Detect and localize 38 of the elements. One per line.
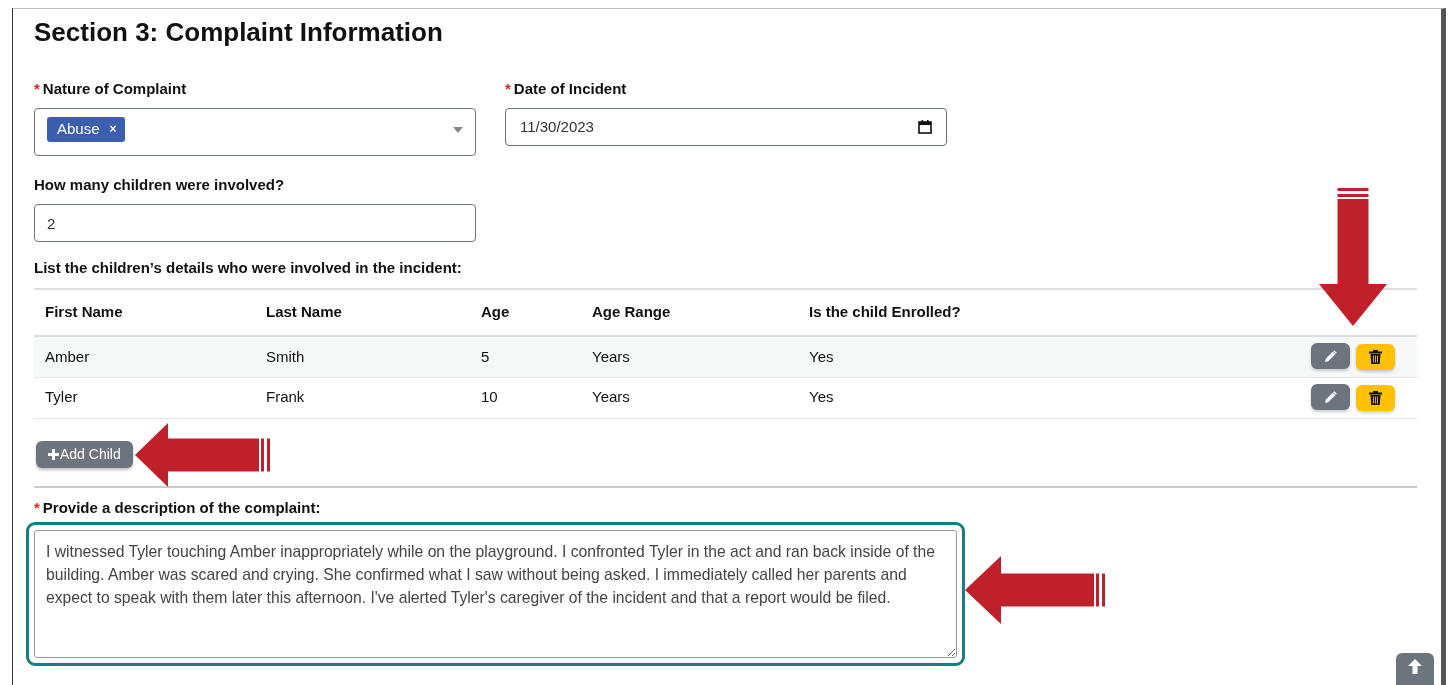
table-caption: List the children’s details who were involved in the incident: bbox=[34, 259, 462, 278]
table-cell: Tyler bbox=[34, 377, 255, 419]
field-label: How many children were involved? bbox=[34, 176, 285, 195]
pencil-icon bbox=[1323, 348, 1338, 364]
scroll-to-top-button[interactable] bbox=[1396, 653, 1434, 685]
add-child-button[interactable]: Add Child bbox=[36, 440, 133, 468]
edit-button[interactable] bbox=[1311, 343, 1350, 370]
table-cell: Years bbox=[581, 336, 798, 378]
delete-button[interactable] bbox=[1356, 343, 1395, 370]
delete-button[interactable] bbox=[1356, 384, 1395, 411]
table-cell: Yes bbox=[798, 377, 1168, 419]
description-text-area[interactable]: I witnessed Tyler touching Amber inappropriately while on the playground. I confronted Tyler in the act and ran back inside of the building. Amber was scared and crying. She confirmed what I saw without being asked. I immediately called her parents and expect to speak with them later this afternoon. I've alerted Tyler's caregiver of the incident and that a report would be filed. bbox=[34, 529, 957, 658]
table-cell: Frank bbox=[255, 377, 470, 419]
trash-icon bbox=[1369, 349, 1382, 364]
table-cell: Amber bbox=[34, 336, 255, 378]
date-field[interactable]: 11/30/2023 bbox=[505, 108, 947, 147]
pencil-icon bbox=[1323, 389, 1338, 405]
plus-icon bbox=[48, 448, 59, 460]
table-cell: 10 bbox=[470, 377, 581, 419]
field-label: Provide a description of the complaint: bbox=[42, 498, 321, 517]
tag-chip[interactable]: Abuse × bbox=[47, 117, 125, 142]
calendar-icon[interactable] bbox=[918, 120, 932, 135]
number-input-field[interactable]: 2 bbox=[34, 204, 476, 243]
required-mark: * bbox=[34, 80, 40, 99]
up-arrow-icon bbox=[1408, 659, 1422, 674]
dropdown-caret-icon bbox=[453, 127, 463, 134]
edit-button[interactable] bbox=[1311, 384, 1350, 411]
required-mark: * bbox=[34, 498, 40, 517]
table-cell: Smith bbox=[255, 336, 470, 378]
table-cell: Years bbox=[581, 377, 798, 419]
table-cell: Yes bbox=[798, 336, 1168, 378]
table-cell: 5 bbox=[470, 336, 581, 378]
multi-select-field[interactable]: Abuse × bbox=[34, 108, 476, 157]
required-mark: * bbox=[505, 80, 511, 99]
section-title: Section 3: Complaint Information bbox=[34, 17, 444, 49]
trash-icon bbox=[1369, 390, 1382, 405]
field-label: Nature of Complaint bbox=[42, 80, 187, 99]
field-label: Date of Incident bbox=[513, 80, 627, 99]
